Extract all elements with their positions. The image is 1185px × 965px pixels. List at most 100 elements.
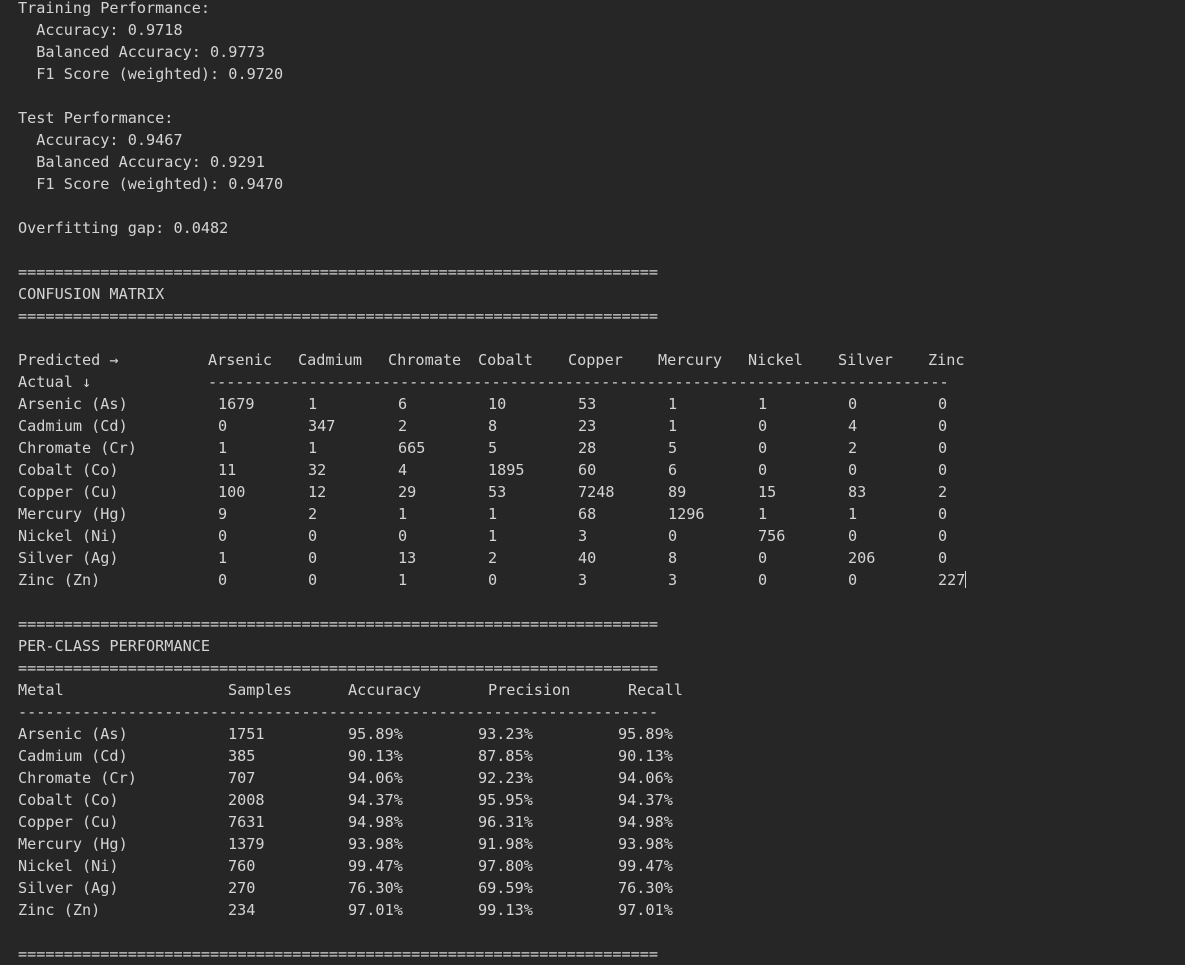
pc-metal-name: Cobalt (Co): [18, 791, 119, 809]
pc-cell: 94.98%: [348, 813, 403, 831]
table-row: Nickel (Ni) 0 0 0 1 3 0 756 0 0: [18, 525, 1178, 547]
cm-cell: 2: [938, 483, 948, 501]
confusion-matrix-rows: Arsenic (As) 1679 1 6 10 53 1 1 0 0 Cadmium (Cd) 0 3…: [18, 393, 1178, 591]
cm-cell: 3: [578, 571, 588, 589]
pc-cell: 93.98%: [348, 835, 403, 853]
cm-cell: 53: [578, 395, 597, 413]
table-row: Silver (Ag) 1 0 13 2 40 8 0 206 0: [18, 547, 1178, 569]
table-row: Chromate (Cr) 707 94.06% 92.23% 94.06%: [18, 767, 1178, 789]
cm-cell: 227: [938, 571, 967, 589]
cm-row-label: Cobalt (Co): [18, 461, 119, 479]
table-row: Cadmium (Cd) 0 347 2 8 23 1 0 4 0: [18, 415, 1178, 437]
pc-cell: 99.47%: [618, 857, 673, 875]
cm-cell: 15: [758, 483, 777, 501]
cm-cell: 5: [488, 439, 498, 457]
pc-metal-name: Silver (Ag): [18, 879, 119, 897]
cm-column-header: Nickel: [748, 351, 803, 369]
cm-cell: 0: [848, 527, 858, 545]
cm-row-label: Chromate (Cr): [18, 439, 137, 457]
training-balanced-accuracy: Balanced Accuracy: 0.9773: [18, 43, 265, 61]
table-row: Cobalt (Co) 2008 94.37% 95.95% 94.37%: [18, 789, 1178, 811]
table-row: Mercury (Hg) 1379 93.98% 91.98% 93.98%: [18, 833, 1178, 855]
cm-row-label: Mercury (Hg): [18, 505, 128, 523]
pc-cell: 94.37%: [618, 791, 673, 809]
pc-cell: 99.13%: [478, 901, 533, 919]
pc-cell: 97.01%: [348, 901, 403, 919]
pc-column-header: Recall: [628, 681, 683, 699]
pc-cell: 2008: [228, 791, 265, 809]
pc-cell: 90.13%: [348, 747, 403, 765]
pc-cell: 760: [228, 857, 256, 875]
pc-column-header: Metal: [18, 681, 64, 699]
cm-cell: 6: [668, 461, 678, 479]
separator-dashes: ----------------------------------------…: [208, 373, 949, 391]
cm-cell: 0: [938, 461, 948, 479]
cm-cell: 53: [488, 483, 507, 501]
pc-cell: 69.59%: [478, 879, 533, 897]
cm-cell: 206: [848, 549, 876, 567]
cm-cell: 1: [668, 417, 678, 435]
cm-cell: 0: [848, 395, 858, 413]
cm-cell: 68: [578, 505, 597, 523]
cm-cell: 3: [668, 571, 678, 589]
cm-cell: 1: [218, 439, 228, 457]
cm-cell: 756: [758, 527, 786, 545]
pc-cell: 93.98%: [618, 835, 673, 853]
pc-cell: 94.98%: [618, 813, 673, 831]
pc-cell: 234: [228, 901, 256, 919]
pc-metal-name: Mercury (Hg): [18, 835, 128, 853]
cm-cell: 2: [308, 505, 318, 523]
pc-metal-name: Copper (Cu): [18, 813, 119, 831]
cm-column-header: Cobalt: [478, 351, 533, 369]
cm-cell: 0: [308, 549, 318, 567]
cm-cell: 1: [758, 395, 768, 413]
cm-cell: 1: [488, 527, 498, 545]
cm-cell: 2: [398, 417, 408, 435]
predicted-label: Predicted →: [18, 351, 119, 369]
cm-cell: 6: [398, 395, 408, 413]
pc-cell: 87.85%: [478, 747, 533, 765]
pc-metal-name: Arsenic (As): [18, 725, 128, 743]
cm-row-label: Zinc (Zn): [18, 571, 101, 589]
console-output[interactable]: Training Performance: Accuracy: 0.9718 B…: [18, 0, 1178, 965]
training-accuracy: Accuracy: 0.9718: [18, 21, 183, 39]
pc-cell: 1379: [228, 835, 265, 853]
pc-column-header: Accuracy: [348, 681, 422, 699]
pc-cell: 707: [228, 769, 256, 787]
test-f1: F1 Score (weighted): 0.9470: [18, 175, 284, 193]
table-row: Mercury (Hg) 9 2 1 1 68 1296 1 1 0: [18, 503, 1178, 525]
cm-column-header: Zinc: [928, 351, 965, 369]
cm-cell: 1: [488, 505, 498, 523]
table-row: Silver (Ag) 270 76.30% 69.59% 76.30%: [18, 877, 1178, 899]
separator-equals: ========================================…: [18, 263, 659, 281]
pc-cell: 99.47%: [348, 857, 403, 875]
cm-cell: 13: [398, 549, 417, 567]
cm-cell: 0: [758, 439, 768, 457]
separator-equals: ========================================…: [18, 659, 659, 677]
cm-cell: 0: [758, 461, 768, 479]
cm-cell: 12: [308, 483, 327, 501]
cm-cell: 665: [398, 439, 426, 457]
cm-cell: 9: [218, 505, 228, 523]
cm-cell: 40: [578, 549, 597, 567]
cm-cell: 1296: [668, 505, 705, 523]
cm-cell: 0: [488, 571, 498, 589]
cm-cell: 0: [308, 527, 318, 545]
cm-cell: 0: [218, 527, 228, 545]
pc-metal-name: Cadmium (Cd): [18, 747, 128, 765]
pc-cell: 7631: [228, 813, 265, 831]
confusion-matrix-subheader: Actual ↓ -------------------------------…: [18, 371, 1178, 393]
cm-cell: 0: [848, 461, 858, 479]
pc-metal-name: Zinc (Zn): [18, 901, 101, 919]
cm-cell: 7248: [578, 483, 615, 501]
cm-cell: 4: [848, 417, 858, 435]
pc-cell: 94.06%: [618, 769, 673, 787]
table-row: Chromate (Cr) 1 1 665 5 28 5 0 2 0: [18, 437, 1178, 459]
pc-column-header: Samples: [228, 681, 293, 699]
cm-cell: 0: [938, 395, 948, 413]
cm-cell: 83: [848, 483, 867, 501]
per-class-rows: Arsenic (As) 1751 95.89% 93.23% 95.89% Cadmiu…: [18, 723, 1178, 921]
table-row: Nickel (Ni) 760 99.47% 97.80% 99.47%: [18, 855, 1178, 877]
